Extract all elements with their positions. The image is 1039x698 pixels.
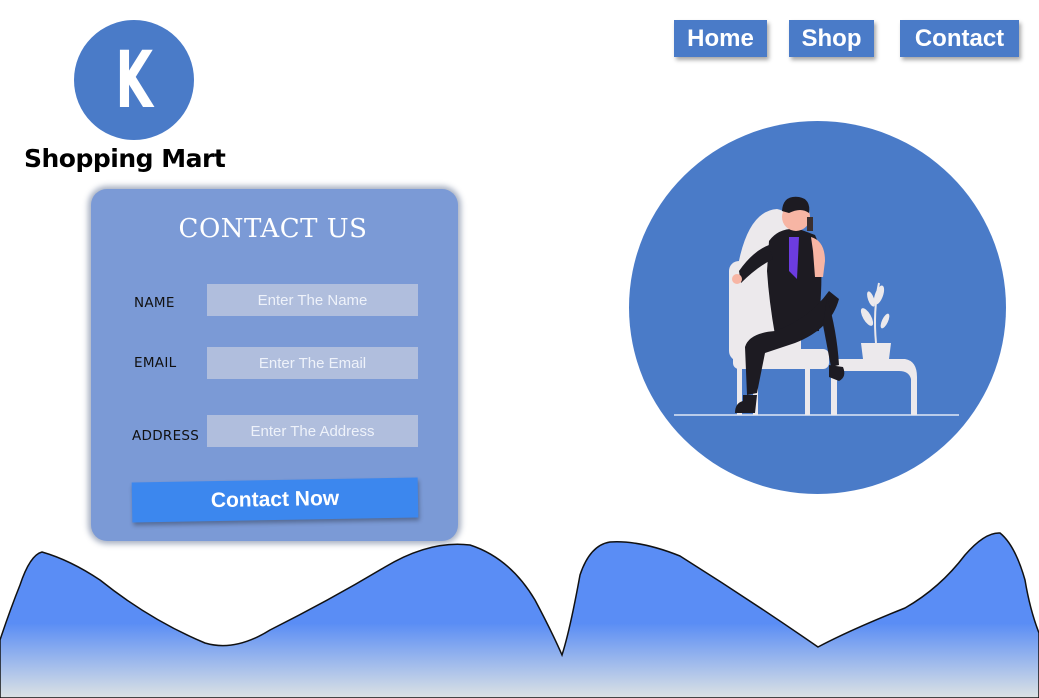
name-label: NAME: [134, 295, 175, 311]
logo-letter: K: [115, 36, 153, 126]
vase: [861, 343, 891, 359]
person-hand: [732, 274, 742, 284]
address-label: ADDRESS: [132, 428, 200, 444]
email-input[interactable]: [207, 347, 418, 379]
nav-home-button[interactable]: Home: [674, 20, 767, 57]
name-input[interactable]: [207, 284, 418, 316]
person-on-phone-illustration: [674, 196, 959, 416]
plant-leaf: [880, 313, 890, 329]
wave-shape: [0, 532, 1039, 698]
email-label: EMAIL: [134, 355, 177, 371]
mountain-waves: [0, 532, 1039, 698]
chair-leg: [805, 367, 810, 415]
plant-leaf: [860, 308, 874, 326]
phone-icon: [807, 217, 813, 231]
contact-title: CONTACT US: [178, 214, 368, 244]
side-table: [831, 359, 917, 415]
illustration-circle: [629, 121, 1006, 494]
nav-contact-button[interactable]: Contact: [900, 20, 1019, 57]
address-input[interactable]: [207, 415, 418, 447]
nav-shop-button[interactable]: Shop: [789, 20, 874, 57]
brand-name: Shopping Mart: [24, 144, 226, 173]
logo: K: [74, 20, 194, 140]
contact-now-button[interactable]: Contact Now: [131, 477, 419, 523]
